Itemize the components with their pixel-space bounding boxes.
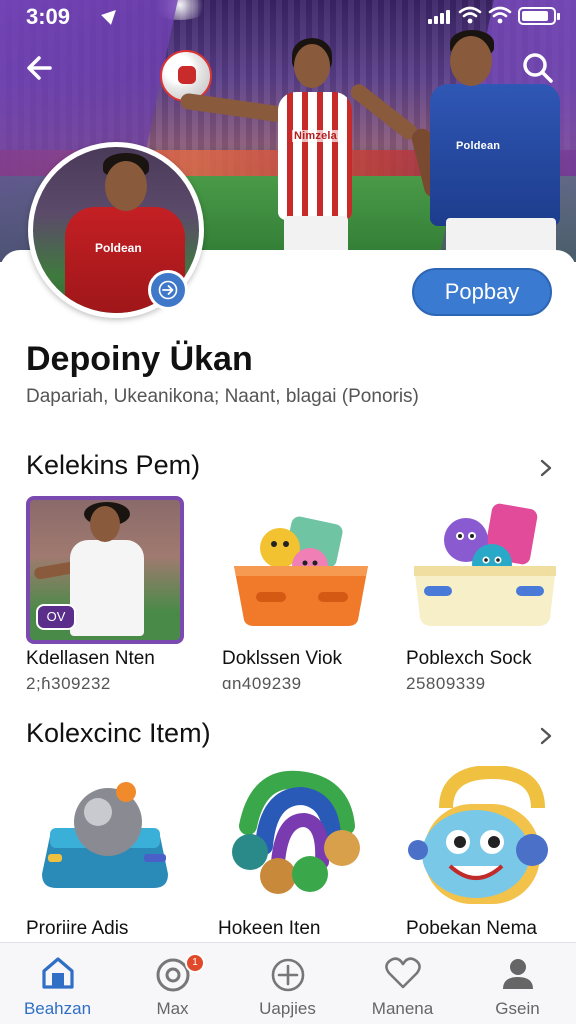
player-jersey [278,92,352,220]
item-code: ɑn409239 [222,674,302,693]
photo-player-head [90,506,120,542]
section-title-collections: Kelekins Pem) [26,450,201,480]
notification-badge: 1 [185,953,205,973]
fidget-ring-toy-icon [232,770,360,894]
chevron-right-icon[interactable] [536,458,556,478]
chevron-right-icon[interactable] [536,726,556,746]
arrow-right-icon [158,280,178,300]
item-label: Hokeen Iten [218,918,321,939]
avatar-head [105,161,147,211]
section-title-collection-items: Kolexcinc Item) [26,718,211,748]
nav-label: Gsein [495,999,540,1018]
player-head [450,36,492,86]
cellular-signal-icon [428,8,454,24]
nav-item-home[interactable]: Beahzan [0,943,115,1024]
item-label: Pobekan Nema [406,918,537,939]
toy-box-icon [414,503,556,626]
avatar-action-button[interactable] [148,270,188,310]
battery-icon [518,7,560,25]
wifi-icon [458,6,482,24]
back-button[interactable] [20,48,60,88]
profile-name: Depoiny Ükan [26,340,253,378]
nav-item-add[interactable]: Uapjies [230,943,345,1024]
plus-circle-icon [271,958,305,992]
jersey-sponsor-text: Nimzela [292,130,339,142]
status-time: 3:09 [26,4,71,29]
nav-label: Manena [371,999,434,1018]
avatar-jersey-text: Poldean [95,241,142,255]
person-icon [503,959,533,989]
home-icon [42,957,74,989]
item-label: Doklssen Viok [222,648,343,669]
heart-icon [385,957,421,989]
status-bar: 3:09 [0,0,576,34]
search-icon [523,53,553,83]
wifi-icon [488,6,512,24]
smiley-robot-toy-icon [408,766,548,904]
bottom-navigation: Beahzan 1 Max Uapjies Manena Gsein [0,942,576,1024]
primary-action-button[interactable]: Popbay [412,268,552,316]
jersey-sponsor-text: Poldean [456,140,501,152]
item-code: 25809339 [406,674,486,693]
nav-label: Uapjies [259,999,316,1018]
item-label: Poblexch Sock [406,648,532,669]
toy-basket-icon [234,516,368,626]
nav-item-max[interactable]: 1 Max [115,943,230,1024]
nav-label: Beahzan [23,999,92,1018]
item-label: Kdellasen Nten [26,648,155,669]
gadget-orb-icon [42,782,168,888]
player-head [294,44,330,88]
item-label: Proriire Adis [26,918,129,939]
player-red-white: Nimzela [179,34,421,262]
ov-badge: OV [36,604,76,630]
item-photo-thumbnail: OV [26,496,184,644]
nav-item-profile[interactable]: Gsein [460,943,575,1024]
arrow-left-icon [27,56,52,80]
item-code: 2;ɦ309232 [26,674,111,693]
nav-item-favorites[interactable]: Manena [345,943,460,1024]
location-arrow-icon [101,5,121,25]
player-jersey [430,84,560,226]
nav-label: Max [156,999,189,1018]
profile-description: Dapariah, Ukeanikona; Naant, blagai (Pon… [26,386,419,407]
photo-player-jersey [70,540,144,636]
search-button[interactable] [518,48,558,88]
